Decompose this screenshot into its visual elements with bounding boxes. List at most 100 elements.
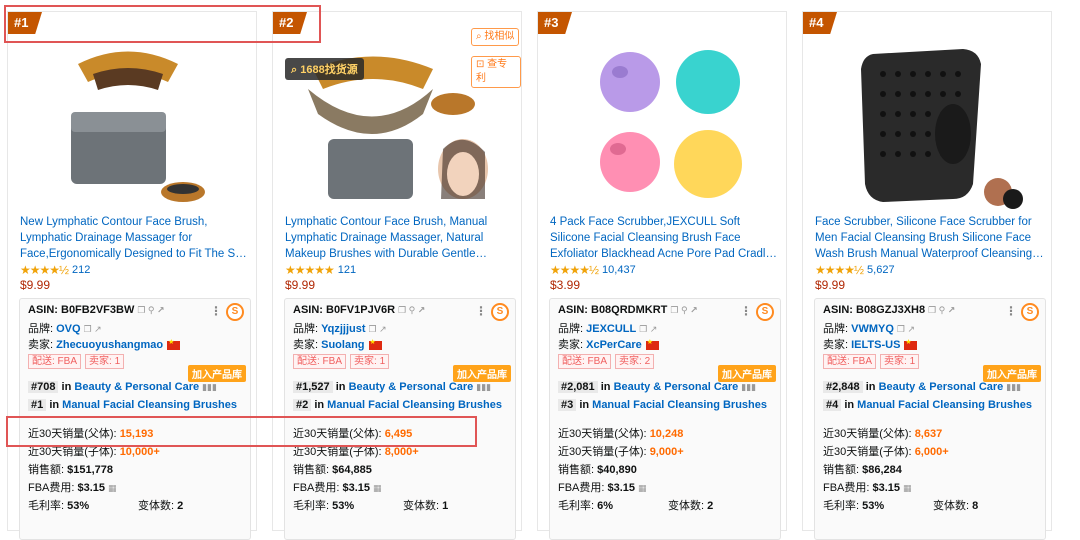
asin-row: ASIN: B0FB2VF3BW ❐ ⚲ ↗ (28, 304, 165, 316)
seller-count-badge: 卖家: 2 (615, 354, 655, 369)
seller-count-badge: 卖家: 1 (85, 354, 125, 369)
product-image[interactable] (538, 34, 786, 214)
bsr-rank: #708 (28, 381, 59, 393)
product-card-1[interactable]: #1 New Lymphatic Contour Face Brush, Lym… (7, 11, 257, 540)
margin: 53% (862, 500, 885, 512)
variants: 8 (972, 500, 979, 512)
subcategory-link[interactable]: Manual Facial Cleansing Brushes (857, 399, 1032, 411)
fba-fee: $3.15 (342, 482, 371, 494)
seller-count-badge: 卖家: 1 (350, 354, 390, 369)
product-card-2[interactable]: #2 ⌕ 找相似 ⊡ 查专利 ⌕ 1688找货源 Lymphatic Conto… (272, 11, 522, 540)
calculator-icon: ▦ (108, 483, 117, 493)
subcategory-link[interactable]: Manual Facial Cleansing Brushes (592, 399, 767, 411)
category-link[interactable]: Beauty & Personal Care (349, 381, 474, 393)
copy-icon: ❐ ↗ (639, 324, 658, 334)
star-rating-icon: ★★★★★ (285, 263, 335, 277)
find-similar-button[interactable]: ⌕ 找相似 (471, 28, 520, 46)
fba-fee: $3.15 (872, 482, 901, 494)
copy-icon: ❐ ⚲ ↗ (137, 305, 165, 315)
seller-link[interactable]: Suolang (321, 339, 364, 351)
product-image[interactable] (803, 34, 1051, 214)
calculator-icon: ▦ (373, 483, 382, 493)
china-flag-icon (167, 338, 181, 350)
rating[interactable]: ★★★★★ 121 (285, 263, 356, 277)
product-title[interactable]: New Lymphatic Contour Face Brush, Lympha… (20, 214, 252, 262)
sub-rank: #3 (558, 399, 577, 411)
more-icon[interactable]: ⋮ (475, 304, 487, 318)
margin: 53% (332, 500, 355, 512)
seller-link[interactable]: Zhecuoyushangmao (56, 339, 163, 351)
chart-icon: ▮▮▮ (741, 382, 757, 392)
brand-link[interactable]: JEXCULL (586, 323, 636, 335)
seller-count-badge: 卖家: 1 (880, 354, 920, 369)
brand-link[interactable]: VWMYQ (851, 323, 894, 335)
price: $3.99 (550, 278, 581, 292)
star-rating-icon: ★★★★½ (815, 263, 864, 277)
sub-rank: #4 (823, 399, 842, 411)
margin: 6% (597, 500, 614, 512)
more-icon[interactable]: ⋮ (1005, 304, 1017, 318)
variants: 2 (177, 500, 184, 512)
star-rating-icon: ★★★★½ (20, 263, 69, 277)
product-title[interactable]: 4 Pack Face Scrubber,JEXCULL Soft Silico… (550, 214, 782, 262)
brand-link[interactable]: OVQ (56, 323, 80, 335)
rating[interactable]: ★★★★½ 212 (20, 263, 90, 277)
more-icon[interactable]: ⋮ (740, 304, 752, 318)
sprite-logo-icon[interactable]: S (756, 303, 774, 321)
highlight-sales-row (6, 416, 477, 447)
sales-parent: 10,248 (649, 428, 684, 440)
subcategory-link[interactable]: Manual Facial Cleansing Brushes (327, 399, 502, 411)
copy-icon: ❐ ⚲ ↗ (928, 305, 956, 315)
product-title[interactable]: Face Scrubber, Silicone Face Scrubber fo… (815, 214, 1047, 262)
fba-badge: 配送: FBA (823, 354, 877, 369)
sprite-logo-icon[interactable]: S (491, 303, 509, 321)
rating-count: 121 (337, 264, 357, 276)
rank-badge: #3 (538, 12, 572, 34)
rating[interactable]: ★★★★½ 5,627 (815, 263, 895, 277)
add-to-library-button[interactable]: 加入产品库 (983, 365, 1041, 382)
star-rating-icon: ★★★★½ (550, 263, 599, 277)
price: $9.99 (815, 278, 846, 292)
add-to-library-button[interactable]: 加入产品库 (188, 365, 246, 382)
fba-badge: 配送: FBA (28, 354, 82, 369)
price: $9.99 (285, 278, 316, 292)
rating[interactable]: ★★★★½ 10,437 (550, 263, 636, 277)
sales-child: 6,000+ (914, 446, 949, 458)
calculator-icon: ▦ (638, 483, 647, 493)
more-icon[interactable]: ⋮ (210, 304, 222, 318)
copy-icon: ❐ ↗ (368, 324, 387, 334)
calculator-icon: ▦ (903, 483, 912, 493)
sales-parent: 8,637 (914, 428, 943, 440)
fba-fee: $3.15 (77, 482, 106, 494)
rank-badge: #4 (803, 12, 837, 34)
revenue: $151,778 (67, 464, 114, 476)
product-card-4[interactable]: #4 Face Scrubber, Silicone Face Scrubber… (802, 11, 1052, 540)
revenue: $86,284 (862, 464, 902, 476)
copy-icon: ❐ ⚲ ↗ (670, 305, 698, 315)
seller-link[interactable]: XcPerCare (586, 339, 642, 351)
margin: 53% (67, 500, 90, 512)
add-to-library-button[interactable]: 加入产品库 (718, 365, 776, 382)
product-title[interactable]: Lymphatic Contour Face Brush, Manual Lym… (285, 214, 517, 262)
bsr-rank: #1,527 (293, 381, 333, 393)
copy-icon: ❐ ↗ (896, 324, 916, 334)
add-to-library-button[interactable]: 加入产品库 (453, 365, 511, 382)
sprite-logo-icon[interactable]: S (1021, 303, 1039, 321)
category-link[interactable]: Beauty & Personal Care (879, 381, 1004, 393)
category-link[interactable]: Beauty & Personal Care (614, 381, 739, 393)
variants: 2 (707, 500, 714, 512)
rating-count: 5,627 (867, 264, 895, 276)
subcategory-link[interactable]: Manual Facial Cleansing Brushes (62, 399, 237, 411)
brand-link[interactable]: Yqzjjjust (321, 323, 365, 335)
revenue: $40,890 (597, 464, 637, 476)
product-image[interactable] (8, 34, 256, 214)
sprite-logo-icon[interactable]: S (226, 303, 244, 321)
product-card-3[interactable]: #3 4 Pack Face Scrubber,JEXCULL Soft Sil… (537, 11, 787, 540)
copy-icon: ❐ ↗ (83, 324, 102, 334)
category-link[interactable]: Beauty & Personal Care (74, 381, 199, 393)
china-flag-icon (645, 338, 659, 350)
seller-link[interactable]: IELTS-US (851, 339, 900, 351)
find-1688-button[interactable]: ⌕ 1688找货源 (285, 58, 364, 80)
check-patent-button[interactable]: ⊡ 查专利 (471, 56, 521, 88)
chart-icon: ▮▮▮ (1006, 382, 1022, 392)
